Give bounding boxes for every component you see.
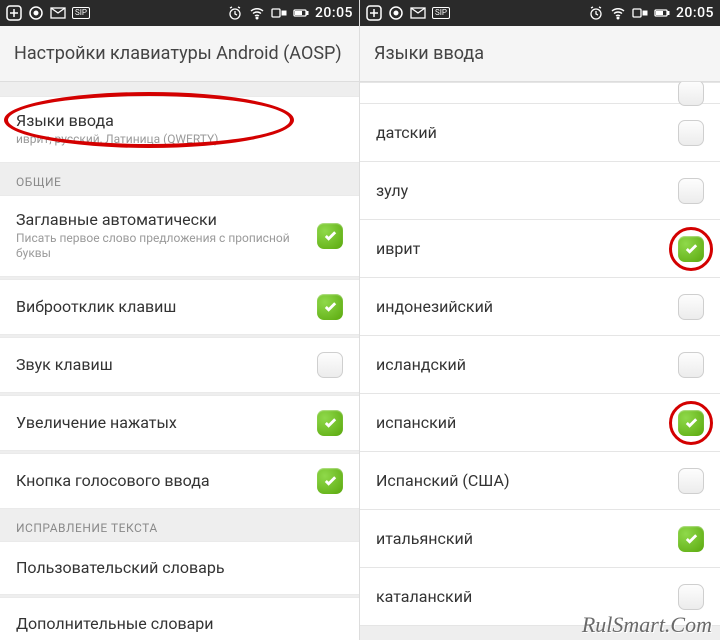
language-row[interactable]: иврит [360, 220, 720, 278]
checkbox[interactable] [678, 294, 704, 320]
page-title-left: Настройки клавиатуры Android (AOSP) [0, 26, 359, 82]
language-row[interactable]: испанский [360, 394, 720, 452]
checkbox[interactable] [317, 410, 343, 436]
language-row[interactable]: итальянский [360, 510, 720, 568]
settings-row[interactable]: Звук клавиш [0, 337, 359, 393]
settings-row[interactable]: Виброотклик клавиш [0, 279, 359, 335]
alarm-icon [227, 5, 243, 21]
settings-row[interactable]: Кнопка голосового ввода [0, 453, 359, 509]
signal-icon [271, 5, 287, 21]
row-input-languages[interactable]: Языки ввода иврит, русский, Латиница (QW… [0, 96, 359, 163]
settings-row[interactable]: Заглавные автоматически Писать первое сло… [0, 195, 359, 277]
language-row[interactable]: исландский [360, 336, 720, 394]
row-title: Дополнительные словари [16, 614, 333, 633]
plus-icon [6, 5, 22, 21]
settings-row[interactable]: Увеличение нажатых [0, 395, 359, 451]
checkbox[interactable] [678, 352, 704, 378]
sip-icon: SIP [72, 7, 90, 19]
language-label: испанский [376, 413, 456, 432]
section-header-general: ОБЩИЕ [0, 165, 359, 195]
mail-icon [50, 5, 66, 21]
checkbox[interactable] [678, 468, 704, 494]
language-row[interactable]: зулу [360, 162, 720, 220]
checkbox[interactable] [678, 82, 704, 106]
row-title: Звук клавиш [16, 355, 307, 374]
list-item-partial[interactable] [360, 82, 720, 104]
wifi-icon [249, 5, 265, 21]
language-list[interactable]: датский зулу иврит индонезийский исландский и… [360, 82, 720, 634]
section-header-correction: ИСПРАВЛЕНИЕ ТЕКСТА [0, 511, 359, 541]
row-subtitle: иврит, русский, Латиница (QWERTY) [16, 132, 333, 148]
row-subtitle: Писать первое слово предложения с пропис… [16, 231, 307, 262]
page-title-right: Языки ввода [360, 26, 720, 82]
clock-time: 20:05 [676, 5, 714, 21]
row-title: Языки ввода [16, 111, 333, 130]
target-icon [28, 5, 44, 21]
mail-icon [410, 5, 426, 21]
language-label: иврит [376, 239, 420, 258]
sip-icon: SIP [432, 7, 450, 19]
row-title: Пользовательский словарь [16, 558, 333, 577]
wifi-icon [610, 5, 626, 21]
row-title: Заглавные автоматически [16, 210, 307, 229]
alarm-icon [588, 5, 604, 21]
checkbox[interactable] [317, 294, 343, 320]
language-label: исландский [376, 355, 466, 374]
checkbox[interactable] [678, 236, 704, 262]
battery-icon [293, 5, 309, 21]
checkbox[interactable] [678, 526, 704, 552]
language-label: Испанский (США) [376, 471, 510, 490]
settings-row[interactable]: Дополнительные словари [0, 597, 359, 640]
checkbox[interactable] [678, 584, 704, 610]
language-row[interactable]: датский [360, 104, 720, 162]
language-label: итальянский [376, 529, 473, 548]
target-icon [388, 5, 404, 21]
checkbox[interactable] [317, 468, 343, 494]
language-label: каталанский [376, 587, 472, 606]
checkbox[interactable] [317, 352, 343, 378]
pane-input-languages: SIP 20:05 Языки ввода датский зулу иврит ин… [360, 0, 720, 640]
language-label: датский [376, 123, 437, 142]
plus-icon [366, 5, 382, 21]
row-title: Виброотклик клавиш [16, 297, 307, 316]
language-row[interactable]: каталанский [360, 568, 720, 626]
language-label: индонезийский [376, 297, 493, 316]
language-label: зулу [376, 181, 408, 200]
language-row[interactable]: индонезийский [360, 278, 720, 336]
checkbox[interactable] [317, 223, 343, 249]
row-title: Кнопка голосового ввода [16, 471, 307, 490]
checkbox[interactable] [678, 410, 704, 436]
checkbox[interactable] [678, 120, 704, 146]
battery-icon [654, 5, 670, 21]
pane-keyboard-settings: SIP 20:05 Настройки клавиатуры Android (… [0, 0, 360, 640]
settings-row[interactable]: Пользовательский словарь [0, 541, 359, 595]
status-bar: SIP 20:05 [0, 0, 359, 26]
row-title: Увеличение нажатых [16, 413, 307, 432]
signal-icon [632, 5, 648, 21]
checkbox[interactable] [678, 178, 704, 204]
clock-time: 20:05 [315, 5, 353, 21]
language-row[interactable]: Испанский (США) [360, 452, 720, 510]
status-bar: SIP 20:05 [360, 0, 720, 26]
